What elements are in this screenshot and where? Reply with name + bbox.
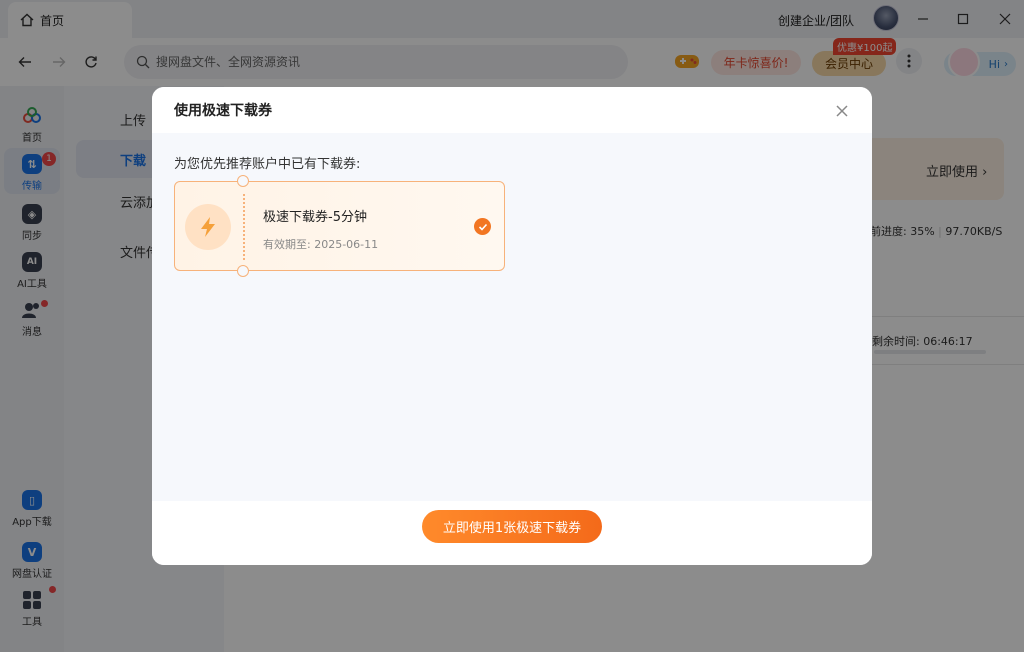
coupon-expiry: 有效期至: 2025-06-11	[263, 238, 379, 251]
modal-subtitle: 为您优先推荐账户中已有下载券:	[174, 157, 361, 172]
coupon-card[interactable]: 极速下载券-5分钟 有效期至: 2025-06-11	[174, 175, 505, 277]
modal-header: 使用极速下载券	[152, 87, 872, 133]
modal-close-button[interactable]	[832, 101, 852, 121]
coupon-notch-top	[237, 175, 249, 187]
lightning-icon	[185, 204, 231, 250]
check-icon[interactable]	[474, 218, 491, 235]
close-icon	[836, 105, 848, 117]
coupon-title: 极速下载券-5分钟	[263, 210, 367, 225]
coupon-notch-bottom	[237, 265, 249, 277]
use-coupon-button[interactable]: 立即使用1张极速下载券	[422, 510, 602, 543]
modal-footer: 立即使用1张极速下载券	[152, 501, 872, 565]
coupon-divider	[243, 194, 245, 260]
coupon-modal: 使用极速下载券 为您优先推荐账户中已有下载券: 极速下载券-5分钟 有效期至: …	[152, 87, 872, 565]
modal-title: 使用极速下载券	[174, 103, 272, 119]
